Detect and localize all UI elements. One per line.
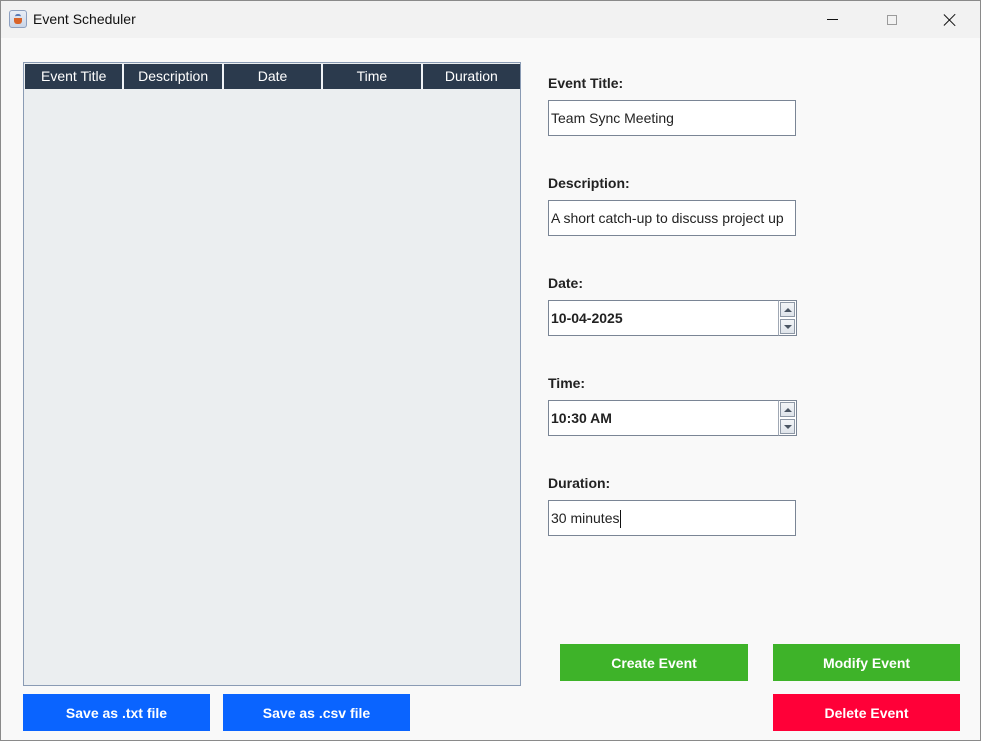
close-icon	[943, 13, 957, 27]
time-decrement-button[interactable]	[780, 419, 795, 434]
date-label: Date:	[548, 275, 584, 291]
events-table[interactable]: Event Title Description Date Time Durati…	[23, 62, 521, 686]
title-bar[interactable]: Event Scheduler	[1, 1, 980, 38]
text-caret	[620, 510, 622, 529]
event-title-label: Event Title:	[548, 75, 624, 91]
minimize-button[interactable]	[803, 1, 861, 38]
time-spinner-buttons	[778, 400, 797, 436]
time-value: 10:30 AM	[551, 410, 612, 426]
minimize-icon	[826, 19, 838, 20]
description-value: A short catch-up to discuss project up	[551, 210, 784, 226]
time-spinner-field[interactable]: 10:30 AM	[548, 400, 778, 436]
column-header-event-title[interactable]: Event Title	[25, 64, 125, 89]
date-spinner-buttons	[778, 300, 797, 336]
window-title: Event Scheduler	[33, 11, 136, 27]
save-csv-button[interactable]: Save as .csv file	[223, 694, 410, 731]
event-title-input[interactable]: Team Sync Meeting	[548, 100, 796, 136]
duration-label: Duration:	[548, 475, 611, 491]
arrow-up-icon	[783, 407, 792, 412]
maximize-button[interactable]	[863, 1, 921, 38]
time-label: Time:	[548, 375, 586, 391]
modify-event-button[interactable]: Modify Event	[773, 644, 960, 681]
arrow-down-icon	[783, 324, 792, 329]
description-label: Description:	[548, 175, 630, 191]
time-increment-button[interactable]	[780, 402, 795, 417]
delete-event-button[interactable]: Delete Event	[773, 694, 960, 731]
duration-input[interactable]: 30 minutes	[548, 500, 796, 536]
create-event-button[interactable]: Create Event	[560, 644, 748, 681]
save-txt-button[interactable]: Save as .txt file	[23, 694, 210, 731]
arrow-up-icon	[783, 307, 792, 312]
event-title-value: Team Sync Meeting	[551, 110, 674, 126]
java-cup-icon	[9, 10, 27, 28]
arrow-down-icon	[783, 424, 792, 429]
date-value: 10-04-2025	[551, 310, 623, 326]
date-spinner-field[interactable]: 10-04-2025	[548, 300, 778, 336]
description-input[interactable]: A short catch-up to discuss project up	[548, 200, 796, 236]
column-header-description[interactable]: Description	[124, 64, 224, 89]
maximize-icon	[887, 14, 897, 25]
duration-value: 30 minutes	[551, 510, 620, 526]
close-button[interactable]	[921, 1, 979, 38]
table-header: Event Title Description Date Time Durati…	[25, 64, 520, 89]
column-header-duration[interactable]: Duration	[423, 64, 520, 89]
date-increment-button[interactable]	[780, 302, 795, 317]
column-header-time[interactable]: Time	[323, 64, 423, 89]
column-header-date[interactable]: Date	[224, 64, 324, 89]
date-decrement-button[interactable]	[780, 319, 795, 334]
